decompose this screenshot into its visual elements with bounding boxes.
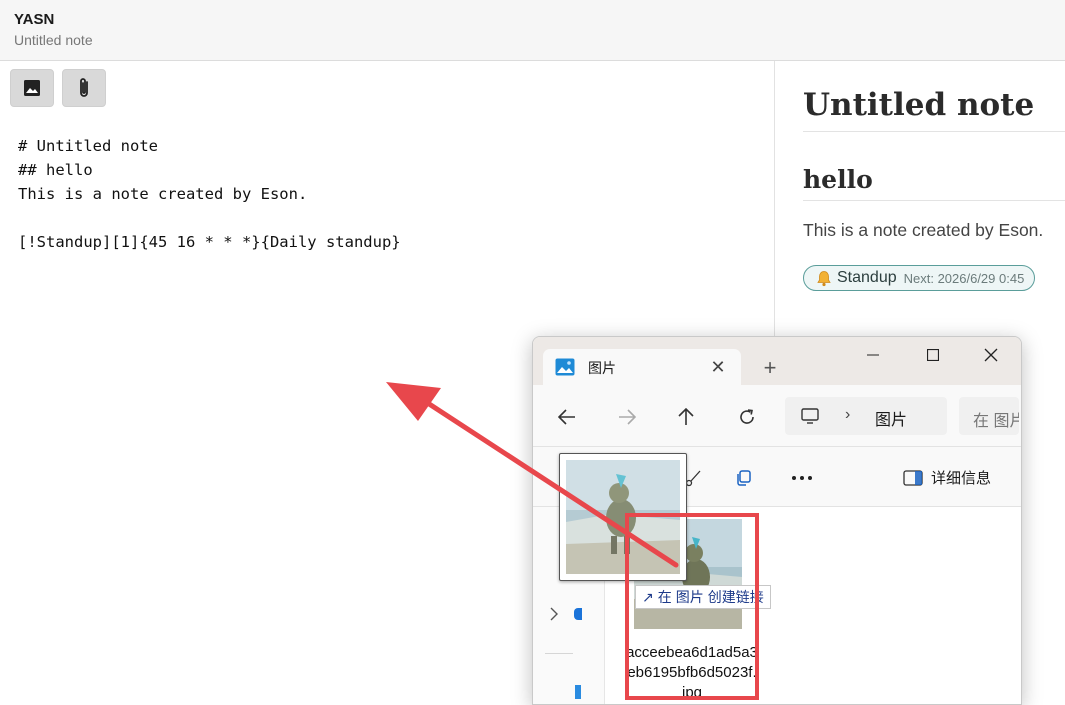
app-title: YASN (14, 11, 55, 28)
forward-button[interactable] (611, 401, 643, 433)
editor-line: # Untitled note (18, 137, 158, 155)
minimize-button[interactable] (853, 343, 893, 367)
address-bar[interactable]: › 图片 (785, 397, 947, 435)
refresh-icon (740, 409, 754, 424)
drop-link-tooltip: ↗ 在 图片 创建链接 (635, 585, 771, 609)
more-dots-icon (792, 476, 812, 480)
attach-file-button[interactable] (62, 69, 106, 107)
heading-divider (803, 131, 1065, 132)
reminder-next-time: Next: 2026/6/29 0:45 (903, 270, 1025, 286)
details-pane-icon (903, 469, 923, 486)
tooltip-prefix: 在 (657, 589, 672, 605)
scissors-icon (685, 470, 701, 487)
preview-heading-1: Untitled note (803, 87, 1035, 123)
maximize-button[interactable] (913, 343, 953, 367)
chevron-right-icon: › (845, 406, 851, 423)
editor-line: This is a note created by Eson. (18, 185, 308, 203)
preview-paragraph: This is a note created by Eson. (803, 220, 1044, 240)
drive-icon (575, 685, 581, 699)
monitor-icon (801, 408, 819, 424)
image-icon (24, 80, 40, 96)
quick-access-icon (574, 608, 582, 620)
preview-heading-2: hello (803, 165, 873, 194)
search-input[interactable]: 在 图片 (959, 397, 1019, 435)
tooltip-action: 创建链接 (707, 589, 764, 605)
note-subtitle: Untitled note (14, 32, 93, 48)
explorer-navbar: › 图片 在 图片 (533, 385, 1021, 447)
copy-button[interactable] (731, 465, 757, 491)
details-pane-button[interactable]: 详细信息 (903, 467, 991, 488)
app-header: YASN Untitled note (0, 0, 1065, 61)
arrow-right-icon (619, 409, 636, 425)
editor-line: [!Standup][1]{45 16 * * *}{Daily standup… (18, 233, 401, 251)
reminder-chip[interactable]: Standup Next: 2026/6/29 0:45 (803, 265, 1036, 291)
explorer-tab[interactable]: 图片 ✕ (543, 349, 741, 385)
drag-preview (559, 453, 687, 581)
reminder-label: Standup (837, 269, 897, 286)
address-location: 图片 (875, 412, 908, 429)
editor-content[interactable]: # Untitled note ## hello This is a note cr… (18, 134, 401, 254)
tab-close-icon[interactable]: ✕ (706, 355, 730, 379)
drag-preview-thumbnail (566, 460, 680, 574)
up-button[interactable] (670, 401, 702, 433)
close-icon (984, 348, 998, 362)
bell-icon (817, 270, 831, 286)
pictures-folder-icon (555, 358, 575, 376)
insert-image-button[interactable] (10, 69, 54, 107)
tab-label: 图片 (588, 360, 616, 376)
minimize-icon (867, 354, 879, 356)
arrow-up-icon (678, 408, 694, 425)
more-options-button[interactable] (789, 465, 815, 491)
copy-icon (737, 470, 751, 486)
file-name: acceebea6d1ad5a3eb6195bfb6d5023f.jpg (626, 644, 758, 701)
search-placeholder: 在 图片 (973, 413, 1019, 430)
back-button[interactable] (551, 401, 583, 433)
heading-divider (803, 200, 1065, 201)
tooltip-location: 图片 (675, 589, 704, 605)
chevron-right-icon[interactable] (549, 607, 559, 621)
arrow-left-icon (558, 409, 575, 425)
refresh-button[interactable] (731, 401, 763, 433)
editor-line: ## hello (18, 161, 93, 179)
window-close-button[interactable] (971, 343, 1011, 367)
nav-divider (545, 653, 573, 654)
details-label: 详细信息 (931, 470, 992, 487)
paperclip-icon (80, 78, 88, 97)
maximize-icon (927, 349, 939, 361)
explorer-titlebar: 图片 ✕ + (533, 337, 1021, 385)
new-tab-button[interactable]: + (757, 355, 783, 381)
link-arrow-icon: ↗ (642, 588, 654, 605)
